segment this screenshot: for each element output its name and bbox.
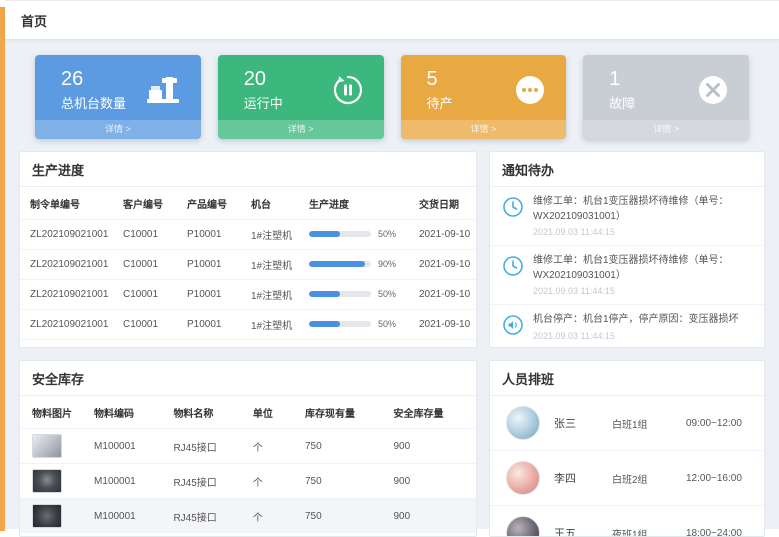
column-header: 交货日期 <box>413 187 477 220</box>
table-row: M100001 RJ45接口 个 750 900 <box>20 499 476 534</box>
repair-icon <box>697 74 729 106</box>
staff-schedule-panel: 人员排班 张三 白班1组 09:00~12:00 李四 白班2组 12:00~1… <box>489 360 765 537</box>
column-header: 客户编号 <box>117 187 181 220</box>
table-row: ZL202109021001 C10001 P10001 1#注塑机 50% 2… <box>20 340 477 349</box>
notification-item[interactable]: 机台停产：机台1停产，停产原因：变压器损坏 2021.09.03 11:44:1… <box>490 305 764 348</box>
card-detail-link[interactable]: 详情 > <box>218 120 384 139</box>
stat-label: 故障 <box>609 93 635 112</box>
speaker-icon <box>502 313 524 341</box>
progress-bar <box>309 291 371 297</box>
avatar <box>506 406 540 440</box>
column-header: 库存现有量 <box>299 396 387 429</box>
person-shift: 白班1组 <box>612 416 686 431</box>
stat-card-fault[interactable]: 1 故障 详情 > <box>583 55 749 139</box>
stat-label: 待产 <box>427 93 453 112</box>
notification-text: 维修工单：机台1变压器损坏待维修（单号：WX202109031001） <box>533 195 752 224</box>
stat-card-total-machines[interactable]: 26 总机台数量 详情 > <box>35 55 201 139</box>
panel-title: 生产进度 <box>20 152 476 187</box>
table-row: ZL202109021001 C10001 P10001 1#注塑机 50% 2… <box>20 310 477 340</box>
safety-inventory-panel: 安全库存 物料图片 物料编码 物料名称 单位 库存现有量 安全库存量 M <box>19 360 477 537</box>
table-row: M100001 RJ45接口 个 750 900 <box>20 429 476 464</box>
avatar <box>506 516 540 537</box>
clock-icon <box>502 195 524 237</box>
table-row: ZL202109021001 C10001 P10001 1#注塑机 50% 2… <box>20 280 477 310</box>
dashboard-home: 首页 26 总机台数量 <box>5 0 779 529</box>
table-header-row: 制令单编号 客户编号 产品编号 机台 生产进度 交货日期 <box>20 187 477 220</box>
stat-card-standby[interactable]: 5 待产 详情 > <box>401 55 567 139</box>
material-image <box>32 504 62 528</box>
column-header: 机台 <box>245 187 303 220</box>
schedule-row: 张三 白班1组 09:00~12:00 <box>490 396 764 451</box>
production-progress-panel: 生产进度 制令单编号 客户编号 产品编号 机台 生产进度 交货日期 ZL2021… <box>19 151 477 348</box>
person-name: 王五 <box>554 525 612 537</box>
notification-time: 2021.09.03 11:44:15 <box>533 227 752 237</box>
page-title: 首页 <box>21 11 47 30</box>
column-header: 单位 <box>247 396 299 429</box>
page-header: 首页 <box>5 0 779 40</box>
material-image <box>32 434 62 458</box>
production-table: 制令单编号 客户编号 产品编号 机台 生产进度 交货日期 ZL202109021… <box>20 187 477 348</box>
avatar <box>506 461 540 495</box>
table-header-row: 物料图片 物料编码 物料名称 单位 库存现有量 安全库存量 <box>20 396 476 429</box>
panel-title: 安全库存 <box>20 361 476 396</box>
notification-time: 2021.09.03 11:44:15 <box>533 331 739 341</box>
stat-label: 运行中 <box>244 93 283 112</box>
column-header: 制令单编号 <box>20 187 117 220</box>
stat-value: 20 <box>244 68 283 90</box>
panel-title: 通知待办 <box>490 152 764 187</box>
person-time: 09:00~12:00 <box>686 418 742 429</box>
notification-item[interactable]: 维修工单：机台1变压器损坏待维修（单号：WX202109031001） 2021… <box>490 187 764 246</box>
machine-icon <box>145 75 181 105</box>
progress-bar <box>309 261 371 267</box>
column-header: 安全库存量 <box>387 396 476 429</box>
card-detail-link[interactable]: 详情 > <box>35 120 201 139</box>
column-header: 产品编号 <box>181 187 245 220</box>
notification-time: 2021.09.03 11:44:15 <box>533 286 752 296</box>
panel-title: 人员排班 <box>490 361 764 396</box>
table-row: ZL202109021001 C10001 P10001 1#注塑机 50% 2… <box>20 220 477 250</box>
schedule-row: 李四 白班2组 12:00~16:00 <box>490 451 764 506</box>
progress-percent: 50% <box>378 229 396 239</box>
more-icon <box>514 74 546 106</box>
card-detail-link[interactable]: 详情 > <box>583 120 749 139</box>
notifications-panel: 通知待办 维修工单：机台1变压器损坏待维修（单号：WX202109031001）… <box>489 151 765 348</box>
stat-cards-row: 26 总机台数量 详情 > <box>5 40 779 147</box>
stat-value: 26 <box>61 68 126 90</box>
column-header: 物料编码 <box>88 396 167 429</box>
column-header: 生产进度 <box>303 187 413 220</box>
progress-bar <box>309 231 371 237</box>
column-header: 物料图片 <box>20 396 88 429</box>
person-name: 李四 <box>554 470 612 486</box>
running-icon <box>332 74 364 106</box>
notification-text: 机台停产：机台1停产，停产原因：变压器损坏 <box>533 313 739 328</box>
material-image <box>32 469 62 493</box>
notification-text: 维修工单：机台1变压器损坏待维修（单号：WX202109031001） <box>533 254 752 283</box>
person-name: 张三 <box>554 415 612 431</box>
table-row: M100001 RJ45接口 个 750 900 <box>20 464 476 499</box>
person-time: 12:00~16:00 <box>686 473 742 484</box>
table-row: ZL202109021001 C10001 P10001 1#注塑机 90% 2… <box>20 250 477 280</box>
notification-item[interactable]: 维修工单：机台1变压器损坏待维修（单号：WX202109031001） 2021… <box>490 246 764 305</box>
stat-value: 1 <box>609 68 635 90</box>
person-shift: 白班2组 <box>612 471 686 486</box>
card-detail-link[interactable]: 详情 > <box>401 120 567 139</box>
column-header: 物料名称 <box>167 396 246 429</box>
progress-bar <box>309 321 371 327</box>
progress-percent: 50% <box>378 289 396 299</box>
stat-value: 5 <box>427 68 453 90</box>
clock-icon <box>502 254 524 296</box>
stat-card-running[interactable]: 20 运行中 详情 > <box>218 55 384 139</box>
inventory-table: 物料图片 物料编码 物料名称 单位 库存现有量 安全库存量 M100001 RJ… <box>20 396 476 533</box>
progress-percent: 90% <box>378 259 396 269</box>
person-shift: 夜班1组 <box>612 526 686 537</box>
schedule-row: 王五 夜班1组 18:00~24:00 <box>490 506 764 537</box>
stat-label: 总机台数量 <box>61 93 126 112</box>
main-grid: 生产进度 制令单编号 客户编号 产品编号 机台 生产进度 交货日期 ZL2021… <box>5 147 779 537</box>
progress-percent: 50% <box>378 319 396 329</box>
